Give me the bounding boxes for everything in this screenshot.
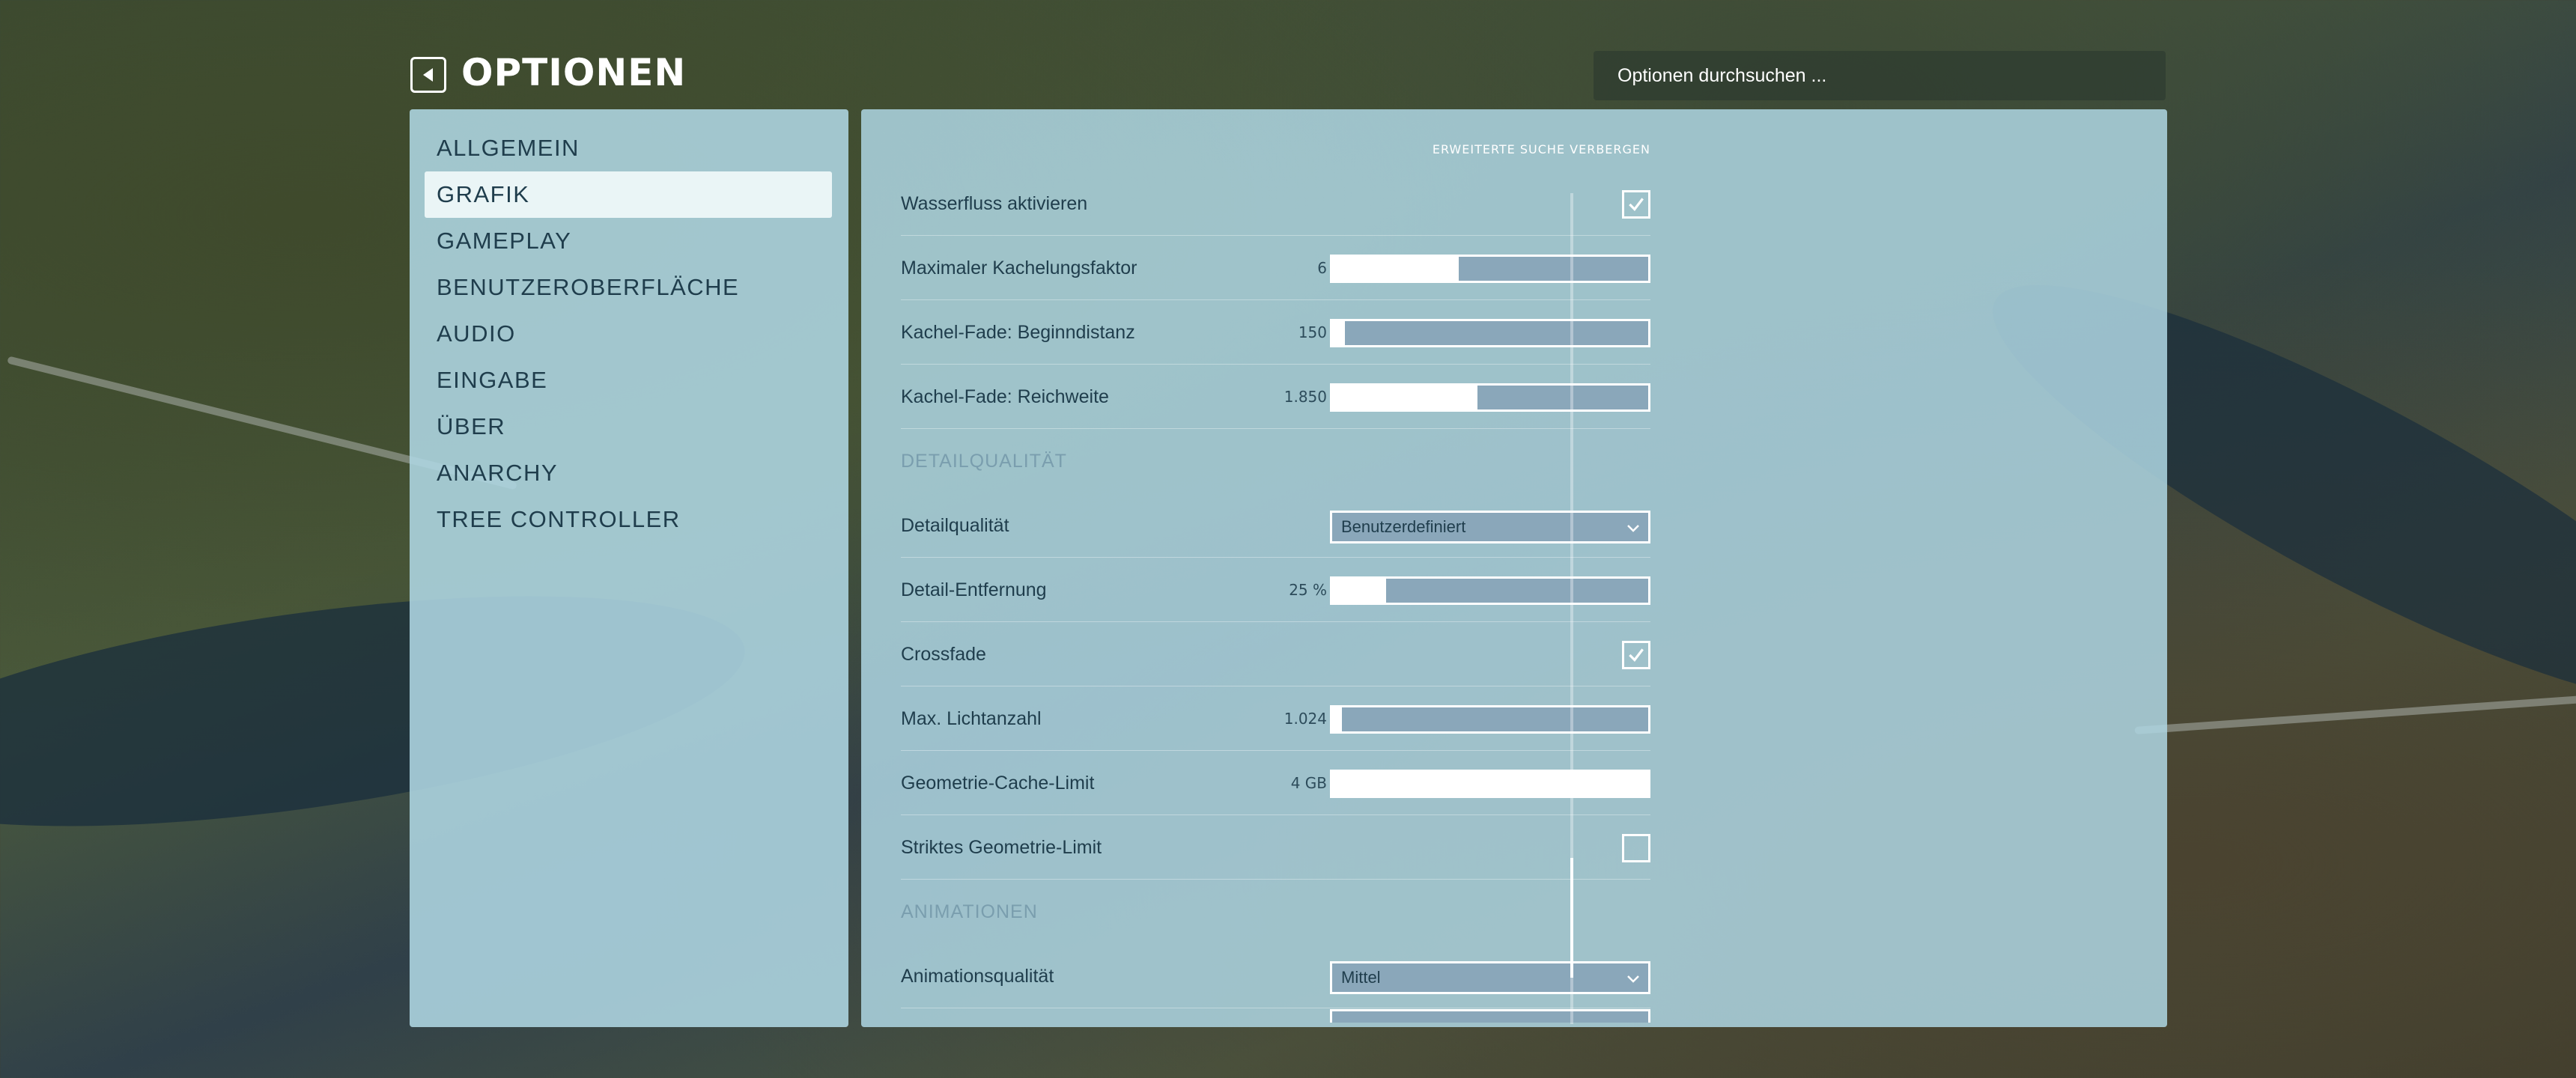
partial-dropdown[interactable] xyxy=(1330,1009,1650,1023)
setting-label: Detailqualität xyxy=(901,514,1009,536)
chevron-down-icon xyxy=(1627,525,1639,532)
background-road xyxy=(2134,695,2576,734)
setting-label: Geometrie-Cache-Limit xyxy=(901,772,1095,794)
detail-entfernung-slider[interactable] xyxy=(1330,576,1650,605)
setting-row-crossfade: Crossfade xyxy=(901,623,1650,686)
animationsqualitaet-dropdown[interactable]: Mittel xyxy=(1330,961,1650,994)
sidebar-item-eingabe[interactable]: EINGABE xyxy=(425,357,832,404)
setting-row-wasserfluss: Wasserfluss aktivieren xyxy=(901,172,1650,236)
setting-label: Kachel-Fade: Beginndistanz xyxy=(901,321,1135,343)
setting-label: Detail-Entfernung xyxy=(901,579,1047,600)
setting-label: Striktes Geometrie-Limit xyxy=(901,836,1102,858)
setting-row-kachelungsfaktor: Maximaler Kachelungsfaktor 6 xyxy=(901,237,1650,300)
setting-label: Animationsqualität xyxy=(901,965,1054,987)
setting-label: Maximaler Kachelungsfaktor xyxy=(901,257,1137,278)
sidebar-item-grafik[interactable]: GRAFIK xyxy=(425,171,832,218)
search-field[interactable] xyxy=(1594,51,2166,100)
cache-limit-slider[interactable] xyxy=(1330,770,1650,798)
setting-value: 1.024 xyxy=(1284,710,1327,728)
setting-label: Kachel-Fade: Reichweite xyxy=(901,386,1109,407)
wasserfluss-checkbox[interactable] xyxy=(1622,190,1650,219)
setting-value: 25 % xyxy=(1289,581,1327,599)
page-title: OPTIONEN xyxy=(461,51,687,94)
sidebar-item-allgemein[interactable]: ALLGEMEIN xyxy=(425,125,832,171)
slider-fill xyxy=(1332,772,1648,796)
reichweite-slider[interactable] xyxy=(1330,383,1650,412)
sidebar-item-anarchy[interactable]: ANARCHY xyxy=(425,450,832,496)
crossfade-checkbox[interactable] xyxy=(1622,641,1650,669)
setting-value: 1.850 xyxy=(1284,388,1327,406)
checkmark-icon xyxy=(1629,648,1644,662)
scrollbar-track[interactable] xyxy=(1570,193,1573,1024)
sidebar-item-benutzeroberflaeche[interactable]: BENUTZEROBERFLÄCHE xyxy=(425,264,832,311)
setting-row-partial xyxy=(901,1009,1650,1027)
section-header-detailqualitaet: DETAILQUALITÄT xyxy=(901,430,1650,493)
striktes-limit-checkbox[interactable] xyxy=(1622,834,1650,862)
chevron-down-icon xyxy=(1627,975,1639,983)
setting-row-detail-entfernung: Detail-Entfernung 25 % xyxy=(901,558,1650,622)
setting-value: 150 xyxy=(1298,323,1327,341)
slider-fill xyxy=(1332,579,1386,603)
checkmark-icon xyxy=(1629,198,1644,211)
settings-panel: ERWEITERTE SUCHE VERBERGEN Wasserfluss a… xyxy=(861,109,2167,1027)
detailqualitaet-dropdown[interactable]: Benutzerdefiniert xyxy=(1330,511,1650,543)
section-header-animationen: ANIMATIONEN xyxy=(901,880,1650,943)
setting-row-beginndistanz: Kachel-Fade: Beginndistanz 150 xyxy=(901,301,1650,365)
setting-row-striktes-limit: Striktes Geometrie-Limit xyxy=(901,816,1650,880)
beginndistanz-slider[interactable] xyxy=(1330,319,1650,347)
sidebar-item-ueber[interactable]: ÜBER xyxy=(425,404,832,450)
kachelungsfaktor-slider[interactable] xyxy=(1330,255,1650,283)
sidebar-item-audio[interactable]: AUDIO xyxy=(425,311,832,357)
setting-label: Crossfade xyxy=(901,643,986,665)
sidebar: ALLGEMEIN GRAFIK GAMEPLAY BENUTZEROBERFL… xyxy=(410,109,848,1027)
search-input[interactable] xyxy=(1616,64,2143,88)
setting-row-animationsqualitaet: Animationsqualität Mittel xyxy=(901,945,1650,1008)
slider-fill xyxy=(1332,257,1459,281)
scrollbar-thumb[interactable] xyxy=(1570,858,1573,978)
setting-row-cache-limit: Geometrie-Cache-Limit 4 GB xyxy=(901,752,1650,815)
setting-row-lichtanzahl: Max. Lichtanzahl 1.024 xyxy=(901,687,1650,751)
back-button[interactable] xyxy=(410,57,446,93)
setting-label: Max. Lichtanzahl xyxy=(901,707,1042,729)
setting-value: 4 GB xyxy=(1290,774,1327,792)
setting-value: 6 xyxy=(1317,259,1327,277)
dropdown-value: Benutzerdefiniert xyxy=(1341,517,1466,536)
slider-fill xyxy=(1332,386,1478,409)
dropdown-value: Mittel xyxy=(1341,968,1381,987)
section-title: ANIMATIONEN xyxy=(901,901,1038,922)
setting-row-reichweite: Kachel-Fade: Reichweite 1.850 xyxy=(901,365,1650,429)
slider-fill xyxy=(1332,707,1342,731)
hide-advanced-search-link[interactable]: ERWEITERTE SUCHE VERBERGEN xyxy=(1340,142,1650,156)
section-title: DETAILQUALITÄT xyxy=(901,450,1067,472)
setting-label: Wasserfluss aktivieren xyxy=(901,192,1088,214)
sidebar-item-gameplay[interactable]: GAMEPLAY xyxy=(425,218,832,264)
back-arrow-icon xyxy=(423,68,433,82)
setting-row-detailqualitaet: Detailqualität Benutzerdefiniert xyxy=(901,494,1650,558)
lichtanzahl-slider[interactable] xyxy=(1330,705,1650,734)
sidebar-item-tree-controller[interactable]: TREE CONTROLLER xyxy=(425,496,832,543)
slider-fill xyxy=(1332,321,1345,345)
